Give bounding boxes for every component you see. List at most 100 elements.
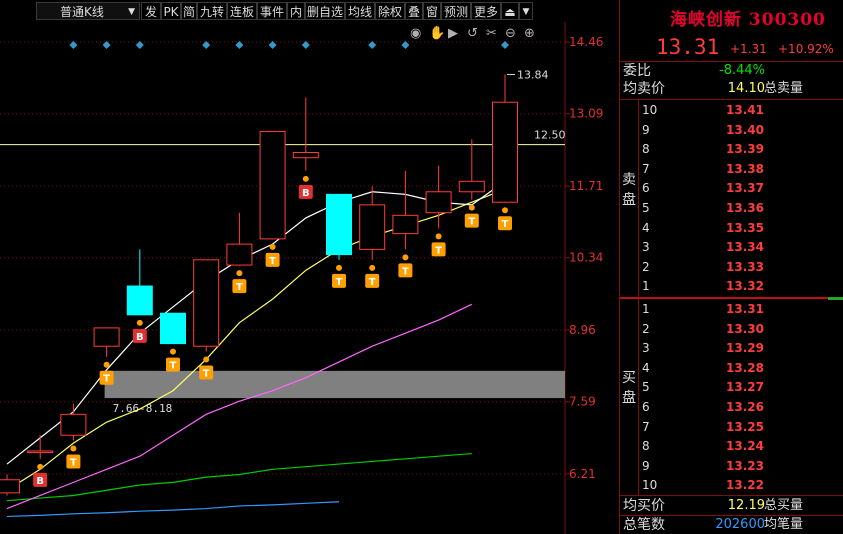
ask-price: 13.35 [726,220,764,235]
signal-dot [468,204,475,211]
bid-level: 9 [642,458,650,473]
ask-row: 8 13.39 [620,140,843,158]
price-change: +1.31 [730,42,767,56]
eye-icon[interactable]: ◉ [410,26,421,41]
toolbar-button-13[interactable]: 更多 [471,2,501,20]
bid-row: 5 13.27 [620,378,843,396]
support-zone-label: 7.66-8.18 [113,402,173,415]
ask-level: 1 [642,279,650,294]
ask-price: 13.39 [726,142,764,157]
rewind-icon[interactable]: ↺ [467,26,478,41]
candle-body [292,151,319,159]
ask-level: 5 [642,201,650,215]
bid-row: 1 13.31 [620,300,843,318]
ask-level: 10 [642,103,658,117]
candle-body [392,214,419,235]
pin-toolbar-icon[interactable]: ⏏ [501,2,519,20]
ask-row: 3 13.34 [620,238,843,256]
signal-dot [203,356,210,363]
avg-sell-value: 14.10 [727,81,765,96]
total-trades-row: 总笔数 202600 均笔量 [620,516,843,534]
signal-dot [302,175,309,182]
ask-price: 13.36 [726,201,764,215]
bid-row: 4 13.28 [620,359,843,377]
hand-icon[interactable]: ✋ [429,25,445,41]
kline-chart[interactable]: 14.46 13.09 11.71 10.34 8.96 7.59 6.21 7.66-8.1… [0,0,619,534]
ask-row: 10 13.41 [620,101,843,119]
signal-badge-label: B [36,476,44,487]
signal-badge-label: T [70,457,77,468]
toolbar-button-7[interactable]: 删自选 [305,2,345,20]
stock-name-code: 海峡创新 300300 [670,10,826,30]
candle-body [93,327,120,347]
bid-price: 13.23 [726,458,764,473]
toolbar-button-3[interactable]: 九转 [197,2,227,20]
bid-level: 2 [642,321,650,336]
candle-body [0,479,20,494]
total-sell-label: 总卖量 [764,81,804,96]
toolbar-button-9[interactable]: 除权 [375,2,405,20]
bid-price: 13.24 [726,439,764,454]
candle-body [359,204,386,250]
axis-tick-label: 7.59 [569,395,596,409]
current-price: 13.31 [656,35,720,59]
candle-body [326,193,352,256]
zoom-out-icon[interactable]: ⊖ [505,26,516,41]
bid-price: 13.26 [726,400,764,414]
signal-badge-label: T [236,282,243,293]
toolbar-button-8[interactable]: 均线 [345,2,375,20]
reference-line-label: 12.50 [534,129,566,142]
ask-price: 13.41 [726,103,764,117]
candle-body [259,131,286,240]
signal-dot [70,445,77,452]
axis-tick-label: 6.21 [569,467,596,481]
candle-body [126,285,153,316]
play-icon[interactable]: ▶ [448,26,458,41]
candle-body [160,312,186,345]
signal-badge-label: T [103,374,110,385]
toolbar-button-5[interactable]: 事件 [257,2,287,20]
ask-price: 13.38 [726,161,764,176]
event-diamond-marker [501,41,509,49]
chevron-down-icon: ▼ [128,7,135,17]
bid-level: 1 [642,302,650,316]
candle-body [425,191,452,214]
kline-type-select[interactable]: 普通K线 ▼ [36,2,140,20]
toolbar-button-6[interactable]: 内 [287,2,305,20]
signal-badge-label: B [302,188,310,199]
toolbar-dropdown-icon[interactable]: ▼ [519,2,533,20]
ask-row: 1 13.32 [620,277,843,295]
avg-trades-label: 均笔量 [764,517,804,532]
signal-dot [236,270,243,277]
ask-level: 2 [642,259,650,274]
candle-body [492,101,518,203]
toolbar-button-12[interactable]: 预测 [441,2,471,20]
candle-body [193,259,220,347]
bid-row: 9 13.23 [620,457,843,475]
toolbar-button-1[interactable]: PK [161,2,181,20]
toolbar-button-2[interactable]: 简 [181,2,197,20]
price-change-pct: +10.92% [778,42,834,56]
scissors-icon[interactable]: ✂ [486,26,497,41]
bid-row: 3 13.29 [620,339,843,357]
bid-price: 13.29 [726,341,764,356]
support-zone [104,370,565,399]
signal-dot [369,264,376,271]
candle-body [60,413,87,436]
toolbar-button-0[interactable]: 发 [141,2,161,20]
total-buy-label: 总买量 [764,498,804,513]
toolbar-button-10[interactable]: 叠 [405,2,423,20]
bid-price: 13.28 [726,360,764,375]
toolbar-button-4[interactable]: 连板 [227,2,257,20]
bid-price: 13.25 [726,419,764,434]
ask-price: 13.32 [726,279,764,294]
bid-level: 3 [642,341,650,356]
kline-type-label: 普通K线 [60,5,104,19]
ask-row: 9 13.40 [620,121,843,139]
ask-level: 3 [642,240,650,255]
zoom-in-icon[interactable]: ⊕ [524,26,535,41]
bid-level: 4 [642,360,650,375]
ask-level: 7 [642,161,650,176]
ask-row: 5 13.36 [620,199,843,217]
toolbar-button-11[interactable]: 窗 [423,2,441,20]
